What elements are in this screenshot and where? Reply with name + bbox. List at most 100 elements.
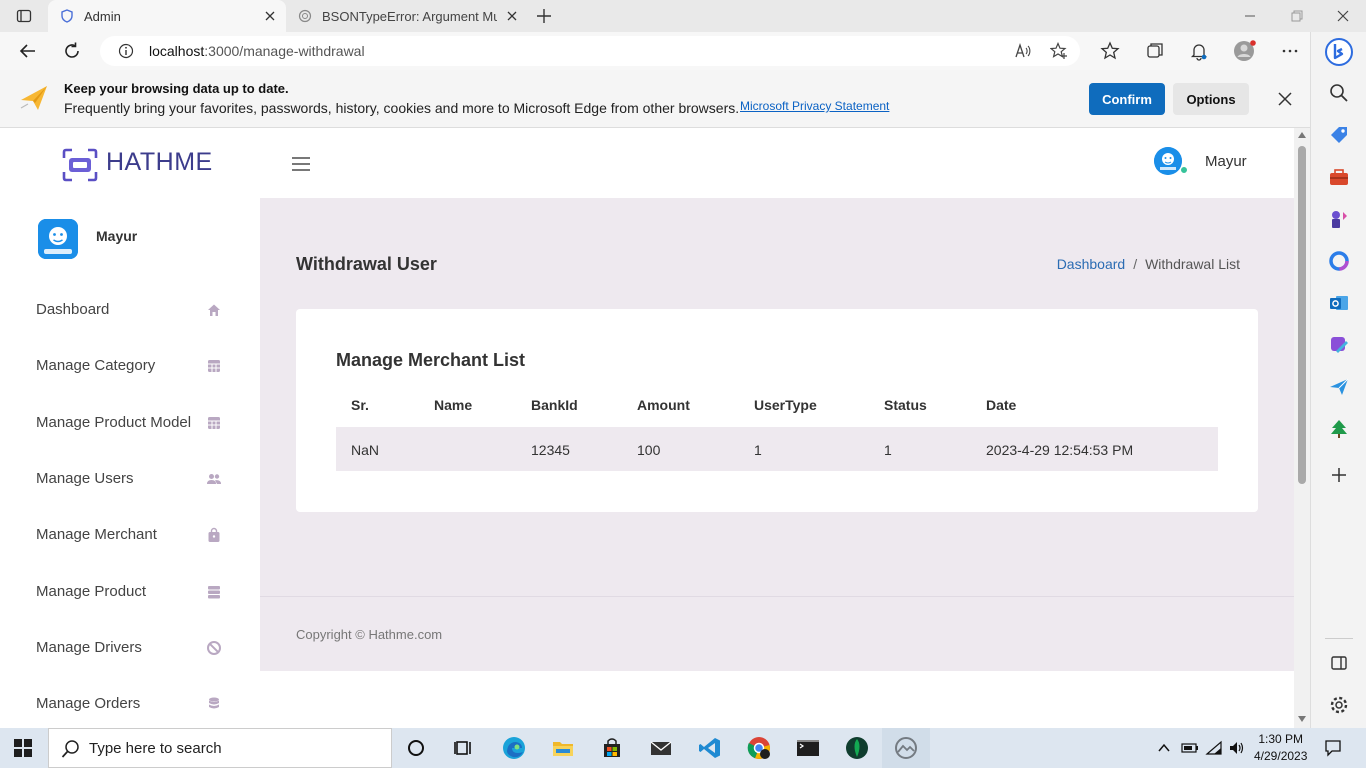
table-cell: 12345 [531, 442, 570, 458]
more-options-icon[interactable] [1280, 41, 1300, 61]
wifi-icon[interactable] [1205, 740, 1223, 756]
add-icon[interactable] [1328, 464, 1350, 486]
new-tab-icon[interactable] [535, 7, 553, 25]
mail-icon[interactable] [649, 736, 673, 760]
breadcrumb-dashboard-link[interactable]: Dashboard [1057, 256, 1126, 272]
menu-toggle-icon[interactable] [291, 156, 311, 172]
info-icon[interactable] [118, 43, 134, 59]
infobar-message: Frequently bring your favorites, passwor… [64, 100, 740, 116]
search-icon[interactable] [1328, 82, 1350, 104]
settings-gear-icon[interactable] [1328, 694, 1350, 716]
outlook-icon[interactable] [1328, 292, 1350, 314]
profile-icon[interactable] [1233, 39, 1257, 63]
minimize-icon[interactable] [1240, 6, 1260, 26]
close-tab-icon[interactable] [262, 8, 278, 24]
chevron-up-icon[interactable] [1157, 742, 1171, 754]
battery-icon[interactable] [1181, 741, 1199, 755]
clock-date: 4/29/2023 [1254, 749, 1308, 763]
scrollbar-thumb[interactable] [1298, 146, 1306, 484]
refresh-icon[interactable] [62, 41, 82, 61]
sidebar-item-label: Manage Users [36, 470, 134, 487]
sidebar-item-manage-category[interactable]: Manage Category [0, 346, 260, 386]
breadcrumb: Dashboard / Withdrawal List [1057, 256, 1240, 272]
chrome-icon[interactable] [747, 736, 771, 760]
users-icon [206, 471, 222, 487]
read-aloud-icon[interactable] [1014, 42, 1032, 60]
globe-icon [298, 9, 312, 23]
sidebar-item-manage-drivers[interactable]: Manage Drivers [0, 628, 260, 668]
sidebar-item-manage-product[interactable]: Manage Product [0, 572, 260, 612]
close-tab-icon[interactable] [504, 8, 520, 24]
table-cell: 2023-4-29 12:54:53 PM [986, 442, 1134, 458]
url-text: localhost:3000/manage-withdrawal [149, 43, 365, 59]
designer-icon[interactable] [1328, 334, 1350, 356]
confirm-button[interactable]: Confirm [1089, 83, 1165, 115]
restore-icon[interactable] [1287, 6, 1307, 26]
windows-taskbar: Type here to search 1:30 PM 4/29/2023 [0, 728, 1366, 768]
page-scrollbar[interactable] [1294, 128, 1310, 728]
header-username[interactable]: Mayur [1205, 153, 1247, 170]
bag-icon [206, 527, 222, 543]
sidebar-item-manage-merchant[interactable]: Manage Merchant [0, 515, 260, 555]
paper-plane-icon [18, 82, 50, 114]
scroll-down-icon[interactable] [1298, 716, 1306, 722]
volume-icon[interactable] [1228, 740, 1246, 756]
split-screen-icon[interactable] [1328, 652, 1350, 674]
sidebar-item-label: Manage Category [36, 357, 156, 374]
column-header: Sr. [351, 397, 369, 413]
grid-icon [206, 415, 222, 431]
brand-name[interactable]: HATHME [106, 148, 213, 177]
privacy-statement-link[interactable]: Microsoft Privacy Statement [740, 99, 889, 113]
tools-icon[interactable] [1328, 166, 1350, 188]
edge-icon[interactable] [502, 736, 526, 760]
collections-icon[interactable] [1145, 41, 1165, 61]
taskbar-clock[interactable]: 1:30 PM 4/29/2023 [1254, 731, 1307, 765]
microsoft-store-icon[interactable] [600, 736, 624, 760]
windows-start-icon[interactable] [14, 739, 32, 757]
mongodb-compass-icon[interactable] [845, 736, 869, 760]
add-favorite-icon[interactable] [1050, 42, 1068, 60]
tab-actions-icon[interactable] [16, 8, 32, 24]
sidebar-item-label: Dashboard [36, 301, 110, 318]
sidebar-username: Mayur [96, 228, 138, 244]
task-view-icon[interactable] [452, 736, 476, 760]
cortana-icon[interactable] [404, 736, 428, 760]
shopping-tag-icon[interactable] [1328, 124, 1350, 146]
edge-sidebar [1310, 32, 1366, 728]
send-icon[interactable] [1328, 376, 1350, 398]
options-button[interactable]: Options [1173, 83, 1249, 115]
games-icon[interactable] [1328, 208, 1350, 230]
search-icon [61, 739, 81, 759]
sidebar-item-manage-users[interactable]: Manage Users [0, 459, 260, 499]
copyright-text: Copyright © Hathme.com [296, 627, 443, 642]
infobar-heading: Keep your browsing data up to date. [64, 81, 289, 96]
header-avatar[interactable] [1154, 147, 1182, 175]
terminal-icon[interactable] [796, 736, 820, 760]
tab-bson-error[interactable]: BSONTypeError: Argument Must [288, 0, 528, 32]
tab-admin[interactable]: Admin [48, 0, 286, 32]
scroll-up-icon[interactable] [1298, 132, 1306, 138]
close-infobar-icon[interactable] [1276, 90, 1294, 108]
notification-center-icon[interactable] [1324, 739, 1342, 757]
sidebar-item-manage-orders[interactable]: Manage Orders [0, 684, 260, 724]
browser-tab-strip: Admin BSONTypeError: Argument Must [0, 0, 1366, 32]
main-content: Withdrawal User Dashboard / Withdrawal Lis… [260, 198, 1294, 671]
table-cell: 1 [754, 442, 762, 458]
tab-title: Admin [84, 8, 121, 24]
bing-icon[interactable] [1324, 37, 1354, 67]
address-bar[interactable]: localhost:3000/manage-withdrawal [100, 36, 1080, 66]
close-window-icon[interactable] [1333, 6, 1353, 26]
sidebar-item-manage-product-model[interactable]: Manage Product Model [0, 403, 260, 443]
favorites-icon[interactable] [1100, 41, 1120, 61]
sync-infobar: Keep your browsing data up to date. Freq… [0, 70, 1310, 128]
notifications-icon[interactable] [1189, 41, 1209, 61]
brand-logo-icon[interactable] [62, 148, 98, 182]
file-explorer-icon[interactable] [551, 736, 575, 760]
column-header: Name [434, 397, 473, 413]
office-icon[interactable] [1328, 250, 1350, 272]
vscode-icon[interactable] [698, 736, 722, 760]
back-icon[interactable] [18, 41, 38, 61]
taskbar-search-box[interactable]: Type here to search [48, 728, 392, 768]
tree-icon[interactable] [1328, 418, 1350, 440]
sidebar-item-dashboard[interactable]: Dashboard [0, 290, 260, 330]
